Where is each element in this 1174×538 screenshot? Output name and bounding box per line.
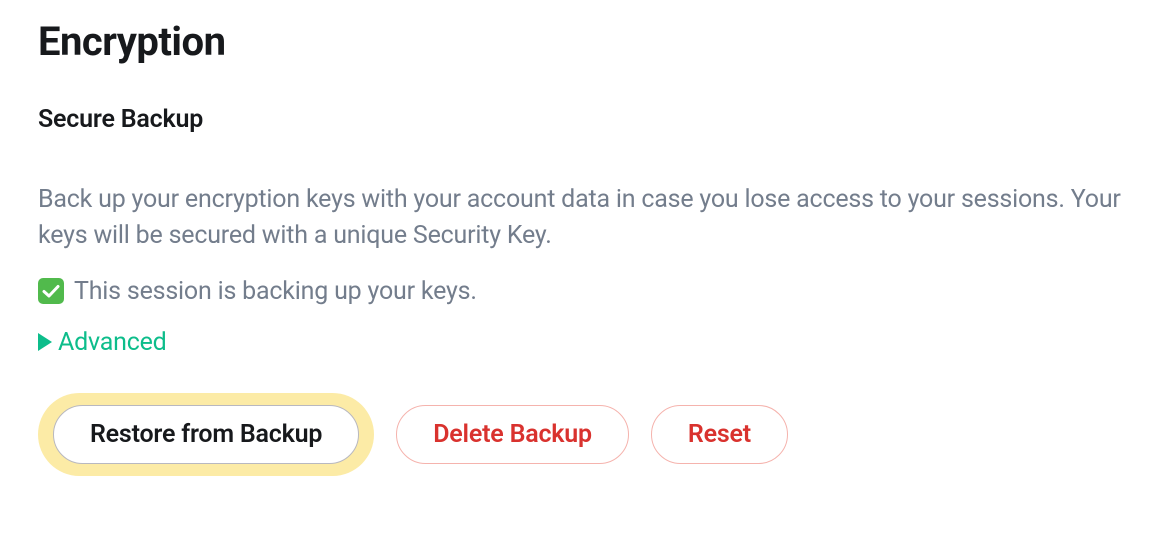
- restore-from-backup-button[interactable]: Restore from Backup: [53, 405, 359, 464]
- secure-backup-heading: Secure Backup: [38, 105, 1136, 134]
- backup-status-row: This session is backing up your keys.: [38, 277, 1136, 306]
- check-icon: [38, 278, 64, 304]
- reset-button[interactable]: Reset: [651, 405, 788, 464]
- delete-backup-button[interactable]: Delete Backup: [396, 405, 629, 464]
- secure-backup-description: Back up your encryption keys with your a…: [38, 182, 1136, 255]
- section-heading: Encryption: [38, 18, 1136, 65]
- advanced-toggle[interactable]: Advanced: [38, 328, 1136, 357]
- action-button-row: Restore from Backup Delete Backup Reset: [38, 393, 1136, 476]
- backup-status-text: This session is backing up your keys.: [74, 277, 477, 306]
- expand-arrow-icon: [38, 333, 52, 351]
- restore-highlight: Restore from Backup: [38, 393, 374, 476]
- advanced-label: Advanced: [58, 328, 167, 357]
